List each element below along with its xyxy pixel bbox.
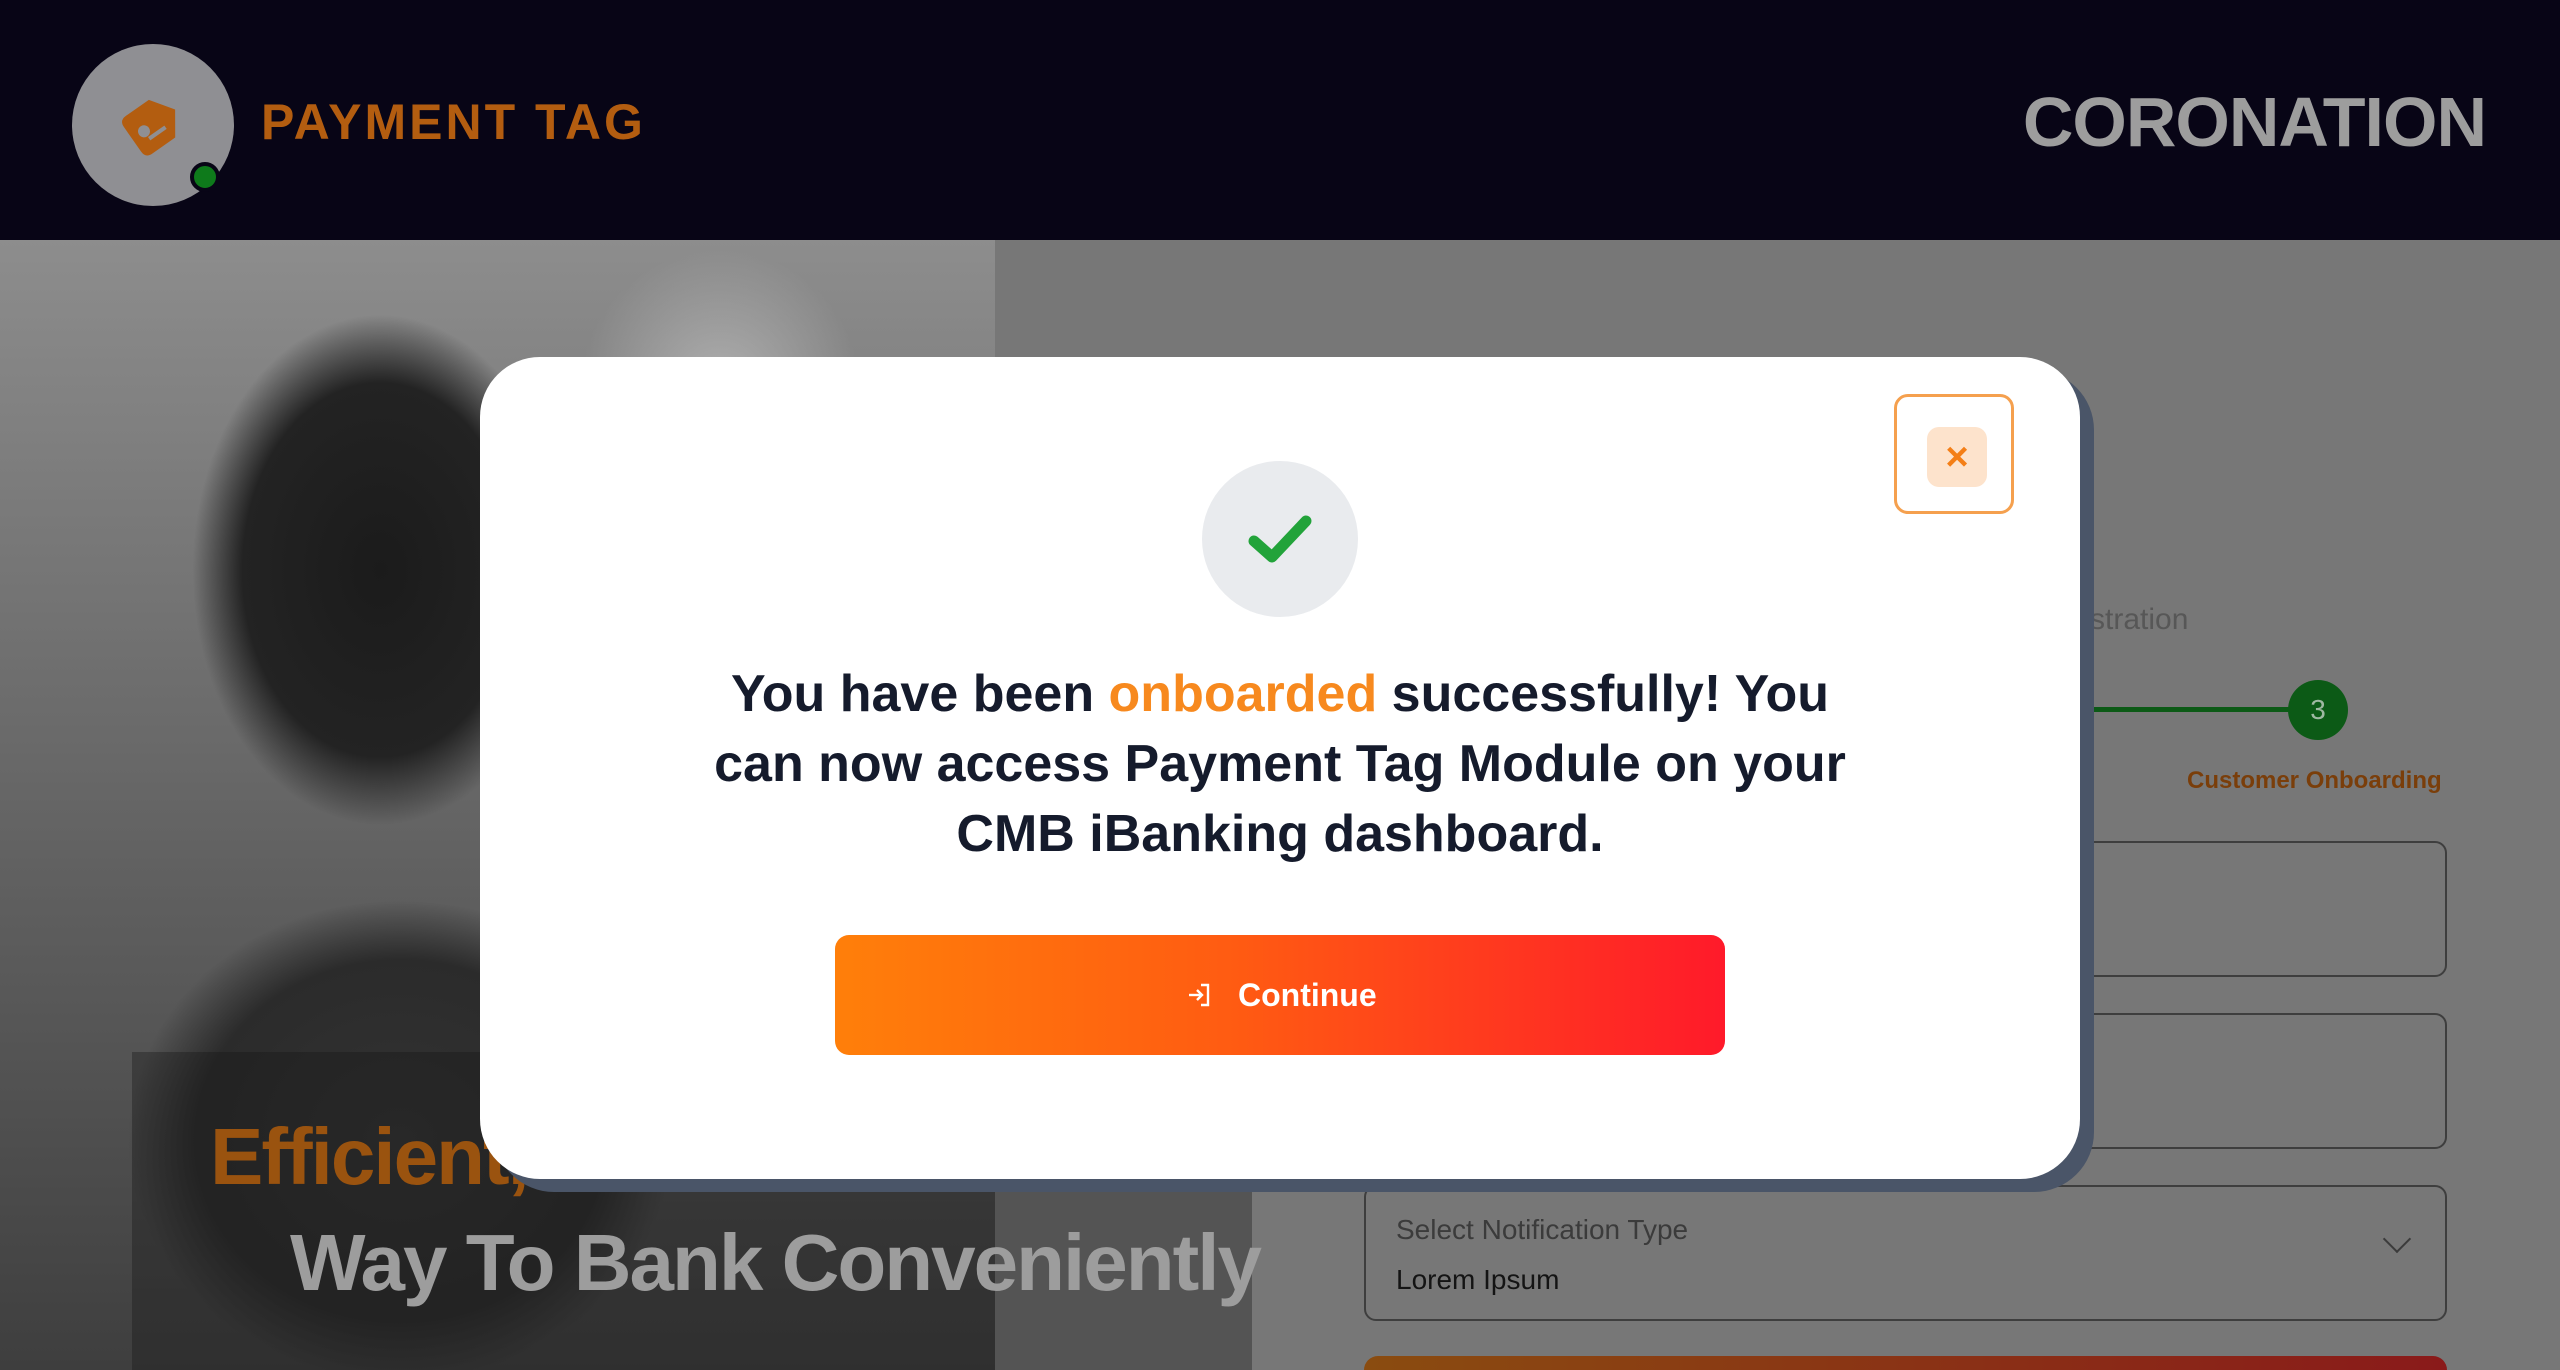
- hero-tagline-line2: Way To Bank Conveniently: [290, 1218, 1262, 1307]
- payment-tag-logo: [72, 44, 234, 206]
- close-icon: ×: [1927, 427, 1987, 487]
- success-badge: [1202, 461, 1358, 617]
- notification-type-value: Lorem Ipsum: [1396, 1264, 1560, 1295]
- online-status-dot: [190, 162, 220, 192]
- step-3-indicator: 3: [2288, 680, 2348, 740]
- close-button[interactable]: ×: [1894, 394, 2014, 514]
- submit-button[interactable]: [1364, 1356, 2447, 1370]
- success-modal: × You have been onboarded successfully! …: [480, 357, 2080, 1179]
- continue-button[interactable]: Continue: [835, 935, 1725, 1055]
- tag-icon: [122, 99, 176, 156]
- notification-type-label: Select Notification Type: [1396, 1214, 1689, 1245]
- step-3-caption: Customer Onboarding: [2187, 767, 2442, 794]
- message-text-start: You have been: [730, 665, 1109, 723]
- continue-label: Continue: [1238, 977, 1377, 1013]
- message-highlight: onboarded: [1108, 665, 1378, 723]
- checkmark-icon: [1248, 515, 1312, 563]
- sign-in-icon: [1189, 983, 1210, 1007]
- success-message: You have been onboarded successfully! Yo…: [680, 659, 1880, 869]
- brand-title: PAYMENT TAG: [261, 94, 646, 150]
- chevron-down-icon: [2382, 1224, 2412, 1254]
- app-header: PAYMENT TAG CORONATION: [0, 0, 2560, 240]
- bank-logo-text: CORONATION: [2022, 83, 2487, 161]
- step-title-partial: stration: [2090, 603, 2189, 636]
- notification-type-select[interactable]: Select Notification Type Lorem Ipsum: [1364, 1185, 2447, 1321]
